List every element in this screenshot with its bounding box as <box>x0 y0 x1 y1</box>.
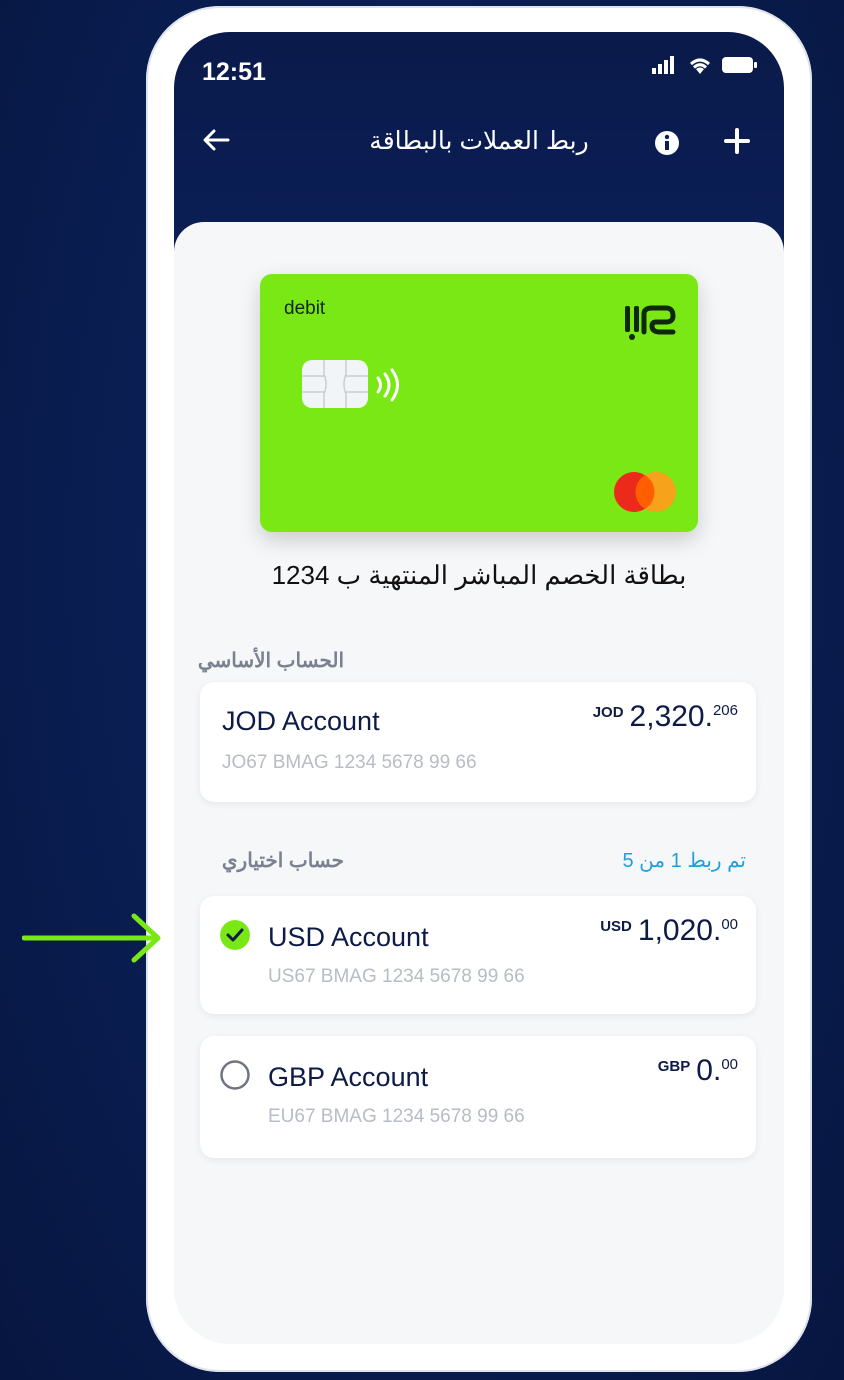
page-title: ربط العملات بالبطاقة <box>369 127 589 155</box>
debit-card: debit <box>260 274 698 532</box>
main-content: debit بطاقة الخصم المباشر المنتهية ب 123… <box>174 222 784 1344</box>
wifi-icon <box>690 58 710 74</box>
balance-main: 0. <box>696 1054 722 1087</box>
balance-fraction: 00 <box>721 916 738 933</box>
account-name: GBP Account <box>268 1062 429 1092</box>
contactless-icon <box>376 368 399 402</box>
chip-icon <box>302 360 368 408</box>
balance-main: 2,320. <box>629 700 713 733</box>
account-iban: US67 BMAG 1234 5678 99 66 <box>268 966 525 987</box>
status-icons <box>652 56 758 74</box>
battery-icon <box>722 57 757 73</box>
account-iban: JO67 BMAG 1234 5678 99 66 <box>222 752 477 773</box>
account-name: JOD Account <box>222 706 380 736</box>
account-card-jod[interactable]: JOD Account JO67 BMAG 1234 5678 99 66 JO… <box>200 682 756 802</box>
primary-section-label: الحساب الأساسي <box>197 650 344 672</box>
currency-code: USD <box>600 918 632 935</box>
account-name: USD Account <box>268 922 429 952</box>
currency-code: JOD <box>592 704 624 721</box>
currency-code: GBP <box>657 1058 691 1075</box>
status-time: 12:51 <box>202 58 266 86</box>
mastercard-logo <box>614 472 676 512</box>
account-card-gbp[interactable]: GBP Account EU67 BMAG 1234 5678 99 66 GB… <box>200 1036 756 1158</box>
card-type-label: debit <box>284 298 326 319</box>
balance-fraction: 00 <box>721 1056 738 1073</box>
card-caption: بطاقة الخصم المباشر المنتهية ب 1234 <box>271 560 687 590</box>
optional-section-label: حساب اختياري <box>221 850 344 872</box>
app-screen: 12:51 ربط العملات بالبطاقة debit بطاقة ا… <box>174 32 784 1344</box>
radio-empty-icon[interactable] <box>220 1060 250 1090</box>
account-balance: JOD 2,320. 206 <box>593 700 738 734</box>
linked-count: تم ربط 1 من 5 <box>622 850 746 872</box>
balance-main: 1,020. <box>637 914 722 947</box>
account-balance: USD 1,020. 00 <box>600 914 738 948</box>
account-iban: EU67 BMAG 1234 5678 99 66 <box>268 1106 525 1127</box>
info-icon[interactable] <box>654 130 680 156</box>
balance-fraction: 206 <box>712 702 738 719</box>
pointer-arrow-icon <box>22 913 161 963</box>
bank-logo <box>625 305 676 340</box>
account-balance: GBP 0. 00 <box>658 1054 738 1088</box>
plus-icon[interactable] <box>722 126 752 156</box>
account-card-usd[interactable]: USD Account US67 BMAG 1234 5678 99 66 US… <box>200 896 756 1014</box>
check-icon[interactable] <box>220 920 250 950</box>
signal-icon <box>652 56 674 74</box>
